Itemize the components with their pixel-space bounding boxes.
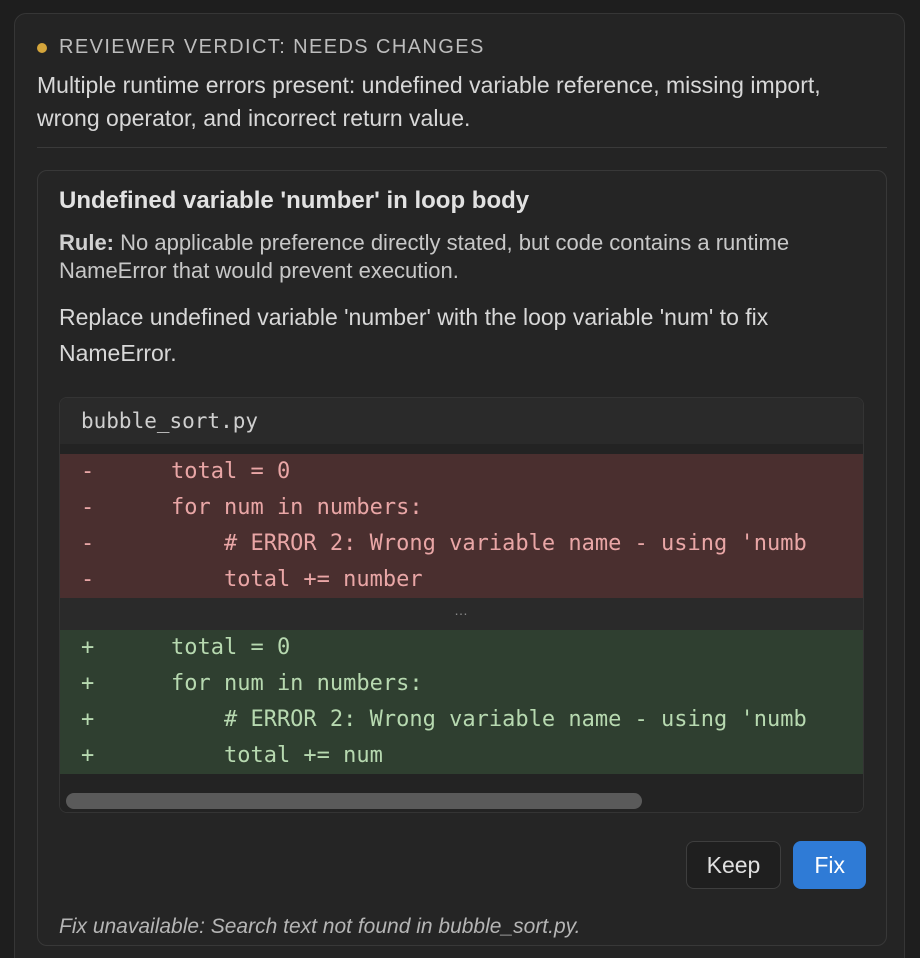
diff-removed-line: - # ERROR 2: Wrong variable name - using… [60,526,863,562]
diff-code: # ERROR 2: Wrong variable name - using '… [118,531,807,556]
scrollbar-thumb[interactable] [66,793,642,809]
diff-code: total += num [118,743,383,768]
diff-code: total += number [118,567,423,592]
status-dot-icon [37,42,47,53]
issue-title: Undefined variable 'number' in loop body [59,187,530,214]
diff-added-line: + # ERROR 2: Wrong variable name - using… [60,702,863,738]
diff-sign: + [81,743,95,768]
issue-description: Replace undefined variable 'number' with… [59,304,769,366]
diff-added-line: + total = 0 [60,630,863,666]
diff-sign: - [81,567,95,592]
diff-added-line: + total += num [60,738,863,774]
rule-text: No applicable preference directly stated… [59,230,790,283]
diff-filename: bubble_sort.py [60,398,863,444]
diff-ellipsis-separator: … [60,598,863,630]
rule-label: Rule: [59,230,114,255]
diff-code: total = 0 [118,459,291,484]
verdict-title: REVIEWER VERDICT: NEEDS CHANGES [59,36,485,58]
diff-sign: - [81,495,95,520]
keep-button[interactable]: Keep [685,841,782,889]
divider [37,147,887,148]
diff-sign: + [81,707,95,732]
diff-removed-line: - total = 0 [60,454,863,490]
diff-sign: + [81,635,95,660]
diff-removed-line: - total += number [60,562,863,598]
issue-rule: Rule: No applicable preference directly … [59,229,859,285]
diff-code: for num in numbers: [118,495,423,520]
diff-spacer [60,774,863,782]
fix-unavailable-note: Fix unavailable: Search text not found i… [59,915,581,938]
diff-view: bubble_sort.py - total = 0 - for num in … [59,397,864,813]
diff-removed-line: - for num in numbers: [60,490,863,526]
issue-card: Undefined variable 'number' in loop body… [37,170,887,946]
diff-sign: - [81,531,95,556]
reviewer-panel: REVIEWER VERDICT: NEEDS CHANGES Multiple… [14,13,905,958]
horizontal-scrollbar[interactable] [60,782,863,812]
diff-code: # ERROR 2: Wrong variable name - using '… [118,707,807,732]
diff-code: for num in numbers: [118,671,423,696]
verdict-summary: Multiple runtime errors present: undefin… [37,72,821,131]
diff-sign: + [81,671,95,696]
diff-sign: - [81,459,95,484]
issue-actions: Keep Fix [685,841,866,889]
diff-code: total = 0 [118,635,291,660]
verdict-header: REVIEWER VERDICT: NEEDS CHANGES [37,36,485,59]
diff-spacer [60,444,863,454]
diff-added-line: + for num in numbers: [60,666,863,702]
fix-button[interactable]: Fix [793,841,866,889]
